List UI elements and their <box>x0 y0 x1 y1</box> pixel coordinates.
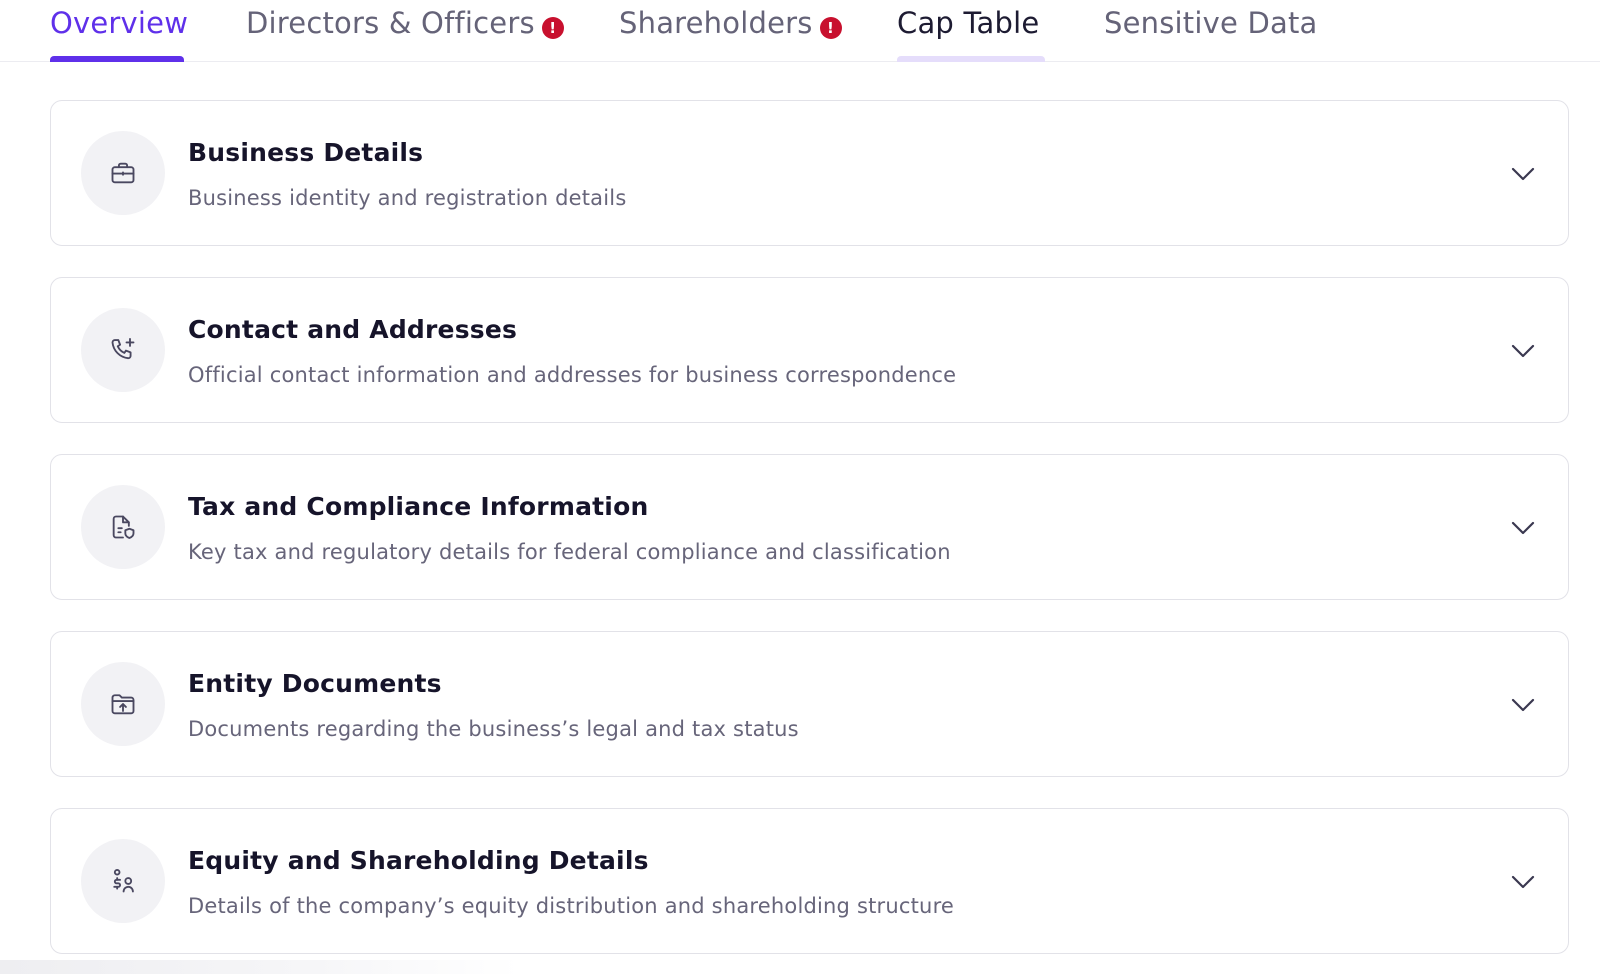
icon-container <box>81 131 165 215</box>
briefcase-icon <box>111 162 135 184</box>
icon-container <box>81 308 165 392</box>
section-title: Contact and Addresses <box>188 315 518 344</box>
section-business-details[interactable]: Business Details Business identity and r… <box>50 100 1569 246</box>
icon-container <box>81 662 165 746</box>
section-entity-documents[interactable]: Entity Documents Documents regarding the… <box>50 631 1569 777</box>
section-title: Business Details <box>188 138 424 167</box>
section-equity-shareholding[interactable]: Equity and Shareholding Details Details … <box>50 808 1569 954</box>
chevron-down-icon[interactable] <box>1508 513 1538 543</box>
tab-directors-officers[interactable]: Directors & Officers ! <box>246 0 564 62</box>
tab-overview[interactable]: Overview <box>50 0 188 62</box>
document-shield-icon <box>112 515 135 539</box>
section-description: Key tax and regulatory details for feder… <box>188 540 951 564</box>
tab-label: Cap Table <box>897 6 1040 40</box>
section-description: Documents regarding the business’s legal… <box>188 717 799 741</box>
section-description: Details of the company’s equity distribu… <box>188 894 955 918</box>
tab-cap-table[interactable]: Cap Table <box>897 0 1045 62</box>
chevron-down-icon[interactable] <box>1508 159 1538 189</box>
tab-active-indicator <box>50 56 184 62</box>
section-contact-addresses[interactable]: Contact and Addresses Official contact i… <box>50 277 1569 423</box>
equity-users-icon <box>113 868 134 893</box>
section-description: Business identity and registration detai… <box>188 186 627 210</box>
tab-label: Shareholders <box>619 6 813 40</box>
tab-hover-indicator <box>897 56 1045 62</box>
chevron-down-icon[interactable] <box>1508 336 1538 366</box>
tab-label: Directors & Officers <box>246 6 535 40</box>
tab-label: Sensitive Data <box>1104 6 1318 40</box>
tab-shareholders[interactable]: Shareholders ! <box>619 0 842 62</box>
section-title: Equity and Shareholding Details <box>188 846 649 875</box>
chevron-down-icon[interactable] <box>1508 690 1538 720</box>
alert-icon: ! <box>541 17 564 39</box>
section-tax-compliance[interactable]: Tax and Compliance Information Key tax a… <box>50 454 1569 600</box>
section-title: Tax and Compliance Information <box>188 492 649 521</box>
tab-bar: Overview Directors & Officers ! Sharehol… <box>0 0 1600 62</box>
phone-plus-icon <box>111 337 135 360</box>
tab-sensitive-data[interactable]: Sensitive Data <box>1104 0 1318 62</box>
tab-label: Overview <box>50 6 189 40</box>
section-title: Entity Documents <box>188 669 442 698</box>
icon-container <box>81 485 165 569</box>
alert-icon: ! <box>819 17 842 39</box>
section-description: Official contact information and address… <box>188 363 957 387</box>
folder-upload-icon <box>111 694 135 715</box>
icon-container <box>81 839 165 923</box>
bottom-scroll-shadow <box>0 960 520 974</box>
chevron-down-icon[interactable] <box>1508 867 1538 897</box>
